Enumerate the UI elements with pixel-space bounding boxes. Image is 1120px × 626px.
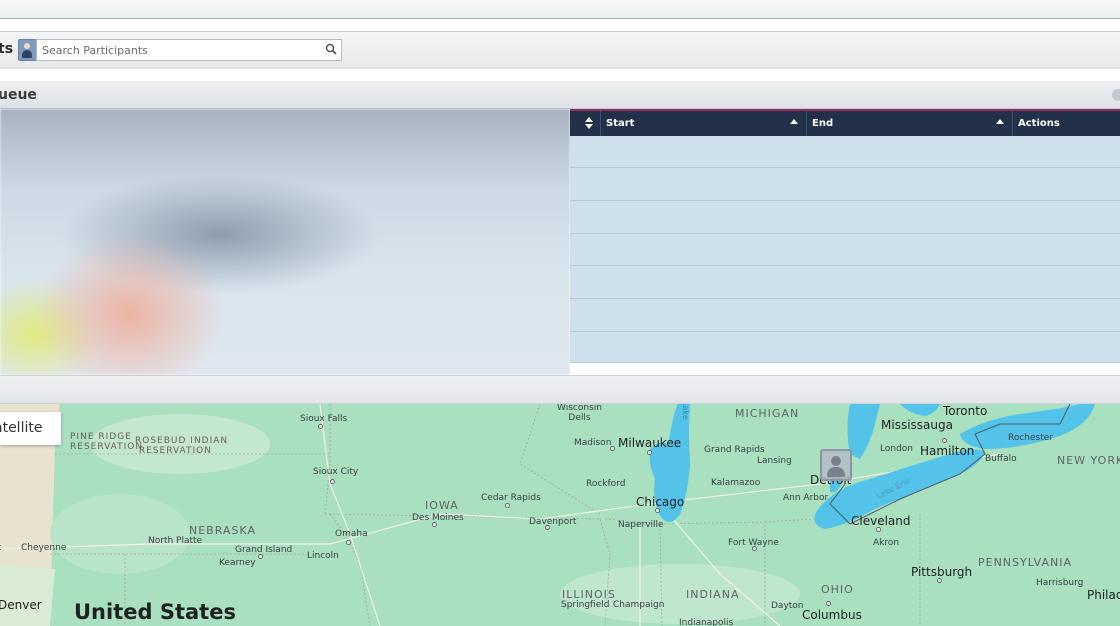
- map-label: ROSEBUD INDIAN RESERVATION: [135, 436, 229, 456]
- grid-header: Start End Actions: [570, 111, 1120, 136]
- map-label: Lansing: [757, 456, 792, 466]
- column-end-label: End: [812, 118, 834, 129]
- grid-footer: [570, 362, 1120, 376]
- map-label: Cedar Rapids: [481, 493, 541, 503]
- map-label: IOWA: [425, 499, 459, 512]
- map-label: Columbus: [802, 608, 862, 622]
- map-label: PENNSYLVANIA: [978, 556, 1073, 569]
- map-city-dot: [610, 446, 615, 451]
- map-city-dot: [318, 424, 323, 429]
- map-view[interactable]: atellite PINE RIDGERESERVATION ROSEBUD I…: [0, 404, 1120, 626]
- participant-avatar-icon[interactable]: [18, 39, 37, 61]
- map-label: Chicago: [636, 495, 685, 509]
- table-row[interactable]: [570, 234, 1120, 266]
- map-city-dot: [937, 578, 942, 583]
- map-label: North Platte: [148, 536, 203, 546]
- map-label: Champaign: [613, 600, 665, 610]
- column-header-end[interactable]: End: [807, 111, 1013, 136]
- map-city-dot: [647, 450, 652, 455]
- map-label: Wisconsin Dells: [557, 404, 602, 423]
- map-label: Kalamazoo: [711, 478, 761, 488]
- map-city-dot: [505, 503, 510, 508]
- column-actions-label: Actions: [1018, 118, 1060, 129]
- column-header-sort[interactable]: [570, 111, 601, 136]
- sort-ascending-icon[interactable]: [996, 119, 1004, 124]
- table-row[interactable]: [570, 300, 1120, 332]
- map-label: Ann Arbor: [783, 493, 829, 503]
- map-city-dot: [752, 546, 757, 551]
- map-label: Des Moines: [412, 513, 464, 523]
- map-country-label: United States: [74, 600, 236, 624]
- panel-footer: [0, 375, 1120, 404]
- map-label: Naperville: [618, 520, 664, 530]
- map-city-dot: [330, 479, 335, 484]
- map-label: OHIO: [821, 583, 854, 596]
- satellite-toggle-button[interactable]: atellite: [0, 412, 61, 445]
- map-city-dot: [545, 525, 550, 530]
- map-label: London: [880, 444, 913, 454]
- map-label: Indianapolis: [679, 618, 734, 626]
- table-row[interactable]: [570, 332, 1120, 364]
- map-label: NEW YORK: [1057, 454, 1120, 467]
- map-label: Cleveland: [851, 514, 911, 528]
- map-label: Omaha: [335, 529, 368, 539]
- map-label: Buffalo: [985, 454, 1017, 464]
- map-label: Sioux City: [313, 467, 359, 477]
- map-label: Rochester: [1008, 433, 1053, 443]
- map-label: Harrisburg: [1036, 578, 1084, 588]
- panel-title: ueue: [0, 87, 37, 103]
- map-label: MICHIGAN: [735, 407, 800, 420]
- map-city-dot: [258, 554, 263, 559]
- search-participants-input[interactable]: [36, 39, 342, 61]
- table-row[interactable]: [570, 136, 1120, 168]
- column-start-label: Start: [606, 118, 635, 129]
- map-label: Philad: [1087, 588, 1120, 602]
- map-label: Springfield: [561, 600, 610, 610]
- map-label: PINE RIDGE RESERVATION: [70, 432, 144, 452]
- queue-grid: Start End Actions: [570, 109, 1120, 376]
- search-icon[interactable]: [325, 43, 337, 55]
- map-label: Madison: [574, 438, 612, 448]
- column-header-actions[interactable]: Actions: [1013, 111, 1120, 136]
- map-label: Milwaukee: [618, 436, 682, 450]
- map-city-dot: [432, 522, 437, 527]
- map-label: Lake: [680, 404, 690, 420]
- video-preview: [0, 109, 570, 375]
- participants-search-bar: ts: [0, 31, 1120, 70]
- map-label: Toronto: [943, 404, 988, 418]
- table-row[interactable]: [570, 267, 1120, 299]
- map-label: Grand Rapids: [704, 445, 765, 455]
- participant-map-marker[interactable]: [820, 449, 852, 481]
- map-city-dot: [655, 508, 660, 513]
- search-bar-label: ts: [0, 41, 14, 57]
- map-label: Hamilton: [920, 444, 975, 458]
- map-label: Pittsburgh: [911, 565, 973, 579]
- map-label: Sioux Falls: [300, 414, 348, 424]
- map-label: Davenport: [529, 517, 577, 527]
- map-city-dot: [942, 438, 947, 443]
- panel-options-icon[interactable]: [1112, 89, 1120, 101]
- map-label: Denver: [0, 598, 42, 612]
- map-label: Cheyenne: [21, 543, 67, 553]
- map-label: Kearney: [219, 558, 256, 568]
- map-label: Grand Island: [235, 545, 293, 555]
- map-city-dot: [346, 540, 351, 545]
- sort-ascending-icon[interactable]: [790, 119, 798, 124]
- map-label: INDIANA: [686, 588, 740, 601]
- map-label: Lincoln: [307, 551, 339, 561]
- map-label: Mississauga: [881, 418, 953, 432]
- map-label: st: [0, 543, 1, 553]
- sort-toggle-icon[interactable]: [585, 117, 593, 129]
- map-city-dot: [826, 601, 831, 606]
- map-label: Rockford: [586, 479, 626, 489]
- table-row[interactable]: [570, 169, 1120, 201]
- map-city-dot: [876, 527, 881, 532]
- column-header-start[interactable]: Start: [601, 111, 807, 136]
- table-row[interactable]: [570, 202, 1120, 234]
- top-toolbar: [0, 0, 1120, 19]
- queue-panel-header: ueue: [0, 81, 1120, 109]
- map-label: Akron: [873, 538, 900, 548]
- map-label: Dayton: [771, 601, 804, 611]
